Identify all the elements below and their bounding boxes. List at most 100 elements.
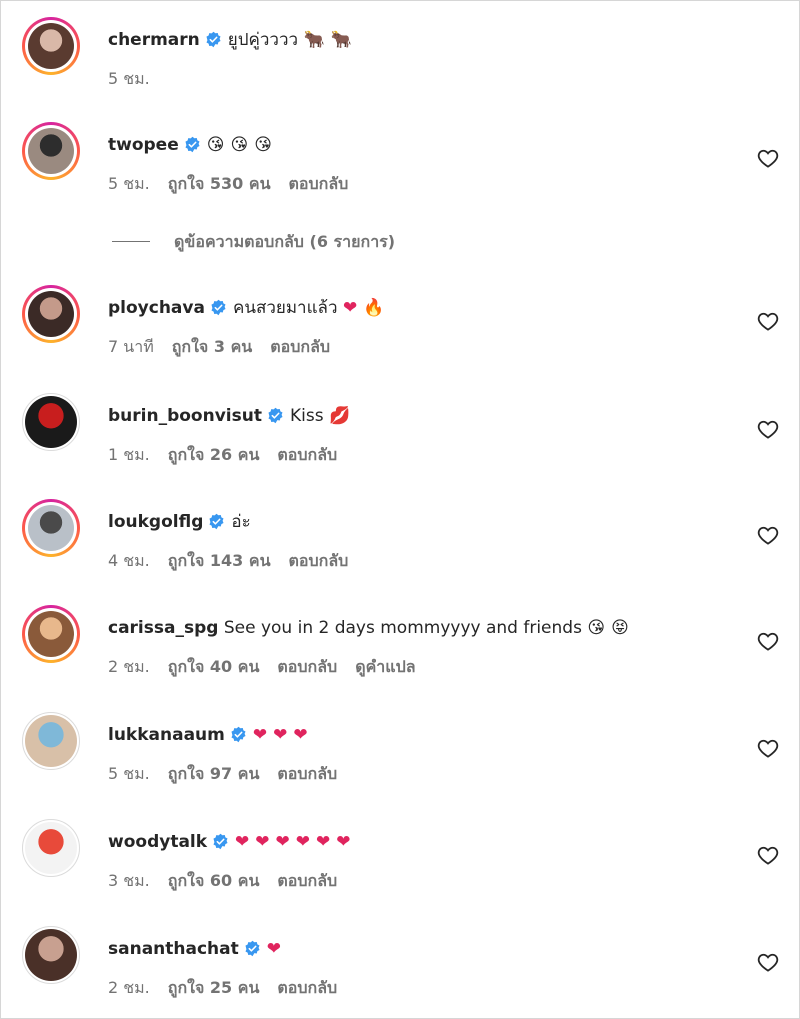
comment-meta: 4 ชม. ถูกใจ 143 คน ตอบกลับ (108, 549, 366, 574)
comment-body: carissa_spg See you in 2 days mommyyyy a… (108, 617, 635, 639)
translate-button[interactable]: ดูคำแปล (355, 657, 415, 676)
verified-badge-icon (210, 299, 227, 316)
comment-body: lukkanaaum ❤ ❤ ❤ (108, 724, 314, 746)
username-link[interactable]: twopee (108, 135, 179, 155)
avatar[interactable] (22, 122, 80, 180)
heart-outline-icon[interactable] (757, 738, 779, 758)
emoji-icon: ❤ (342, 298, 358, 318)
reply-button[interactable]: ตอบกลับ (277, 445, 337, 464)
likes-count-button[interactable]: ถูกใจ 26 คน (168, 445, 260, 464)
avatar-image (28, 128, 74, 174)
avatar[interactable] (22, 285, 80, 343)
comment-text: Kiss (289, 406, 324, 426)
view-replies-label: ดูข้อความตอบกลับ (6 รายการ) (174, 232, 396, 251)
reply-button[interactable]: ตอบกลับ (289, 551, 349, 570)
comment-meta: 5 ชม. ถูกใจ 97 คน ตอบกลับ (108, 762, 355, 787)
avatar-image (28, 505, 74, 551)
reply-button[interactable]: ตอบกลับ (270, 337, 330, 356)
username-link[interactable]: chermarn (108, 30, 200, 50)
comment-text: See you in 2 days mommyyyy and friends (223, 618, 582, 638)
comment-item: carissa_spg See you in 2 days mommyyyy a… (0, 605, 800, 676)
comment-item: ploychava คนสวยมาแล้ว ❤ 🔥 7 นาที ถูกใจ 3 คน… (0, 285, 800, 356)
emoji-icon: ❤ (336, 832, 351, 852)
comment-time: 4 ชม. (108, 551, 150, 570)
emoji-icon: 😘 (230, 135, 249, 155)
comment-emojis: 😘 😘 😘 (207, 135, 278, 155)
likes-count-button[interactable]: ถูกใจ 143 คน (168, 551, 271, 570)
verified-badge-icon (208, 513, 225, 530)
emoji-icon: ❤ (275, 832, 290, 852)
heart-outline-icon[interactable] (757, 845, 779, 865)
verified-badge-icon (184, 136, 201, 153)
avatar[interactable] (22, 819, 80, 877)
reply-button[interactable]: ตอบกลับ (277, 978, 337, 997)
comment-time: 1 ชม. (108, 445, 150, 464)
view-replies-button[interactable]: ดูข้อความตอบกลับ (6 รายการ) (112, 230, 395, 255)
avatar[interactable] (22, 393, 80, 451)
comment-time: 7 นาที (108, 337, 154, 356)
avatar-image (28, 23, 74, 69)
comment-body: sananthachat ❤ (108, 938, 287, 960)
username-link[interactable]: ploychava (108, 298, 205, 318)
likes-count-button[interactable]: ถูกใจ 3 คน (172, 337, 252, 356)
reply-button[interactable]: ตอบกลับ (277, 871, 337, 890)
comment-item: twopee 😘 😘 😘 5 ชม. ถูกใจ 530 คน ตอบกลับ (0, 122, 800, 193)
likes-count-button[interactable]: ถูกใจ 25 คน (168, 978, 260, 997)
comment-item: chermarn ยูปคู่วววว 🐂 🐂 5 ชม. (0, 17, 800, 88)
likes-count-button[interactable]: ถูกใจ 60 คน (168, 871, 260, 890)
avatar-image (28, 291, 74, 337)
comment-emojis: ❤ 🔥 (343, 298, 390, 318)
username-link[interactable]: woodytalk (108, 832, 207, 852)
avatar-image (25, 929, 77, 981)
comment-meta: 3 ชม. ถูกใจ 60 คน ตอบกลับ (108, 869, 355, 894)
verified-badge-icon (230, 726, 247, 743)
comment-time: 5 ชม. (108, 764, 150, 783)
comment-time: 5 ชม. (108, 69, 150, 88)
emoji-icon: ❤ (316, 832, 331, 852)
comment-text: ยูปคู่วววว (227, 30, 299, 50)
avatar-image (28, 611, 74, 657)
reply-button[interactable]: ตอบกลับ (277, 657, 337, 676)
heart-outline-icon[interactable] (757, 148, 779, 168)
comment-meta: 5 ชม. ถูกใจ 530 คน ตอบกลับ (108, 172, 366, 197)
comment-item: lukkanaaum ❤ ❤ ❤ 5 ชม. ถูกใจ 97 คน ตอบกลับ (0, 712, 800, 783)
emoji-icon: ❤ (235, 832, 250, 852)
comment-emojis: ❤ (267, 939, 287, 959)
avatar-image (25, 396, 77, 448)
comment-item: loukgolflg อ่ะ 4 ชม. ถูกใจ 143 คน ตอบกลับ (0, 499, 800, 570)
heart-outline-icon[interactable] (757, 631, 779, 651)
heart-outline-icon[interactable] (757, 311, 779, 331)
comment-text: คนสวยมาแล้ว (232, 298, 338, 318)
heart-outline-icon[interactable] (757, 419, 779, 439)
username-link[interactable]: burin_boonvisut (108, 406, 262, 426)
username-link[interactable]: lukkanaaum (108, 725, 225, 745)
avatar[interactable] (22, 499, 80, 557)
avatar[interactable] (22, 605, 80, 663)
comment-body: woodytalk ❤ ❤ ❤ ❤ ❤ ❤ (108, 831, 357, 853)
username-link[interactable]: sananthachat (108, 939, 239, 959)
emoji-icon: 😝 (611, 618, 629, 638)
likes-count-button[interactable]: ถูกใจ 530 คน (168, 174, 271, 193)
comment-emojis: 😘 😝 (587, 618, 634, 638)
comment-meta: 5 ชม. (108, 67, 168, 92)
likes-count-button[interactable]: ถูกใจ 97 คน (168, 764, 260, 783)
emoji-icon: 🔥 (363, 298, 385, 318)
reply-button[interactable]: ตอบกลับ (277, 764, 337, 783)
reply-button[interactable]: ตอบกลับ (289, 174, 349, 193)
comment-emojis: ❤ ❤ ❤ ❤ ❤ ❤ (235, 832, 357, 852)
heart-outline-icon[interactable] (757, 525, 779, 545)
likes-count-button[interactable]: ถูกใจ 40 คน (168, 657, 260, 676)
username-link[interactable]: loukgolflg (108, 512, 203, 532)
emoji-icon: ❤ (293, 725, 308, 745)
verified-badge-icon (212, 833, 229, 850)
heart-outline-icon[interactable] (757, 952, 779, 972)
avatar[interactable] (22, 712, 80, 770)
avatar[interactable] (22, 17, 80, 75)
comment-item: burin_boonvisut Kiss 💋 1 ชม. ถูกใจ 26 คน ตอ… (0, 393, 800, 464)
replies-divider (112, 241, 150, 242)
emoji-icon: ❤ (295, 832, 311, 852)
avatar[interactable] (22, 926, 80, 984)
username-link[interactable]: carissa_spg (108, 618, 218, 638)
comment-meta: 2 ชม. ถูกใจ 40 คน ตอบกลับ ดูคำแปล (108, 655, 434, 680)
avatar-image (25, 715, 77, 767)
